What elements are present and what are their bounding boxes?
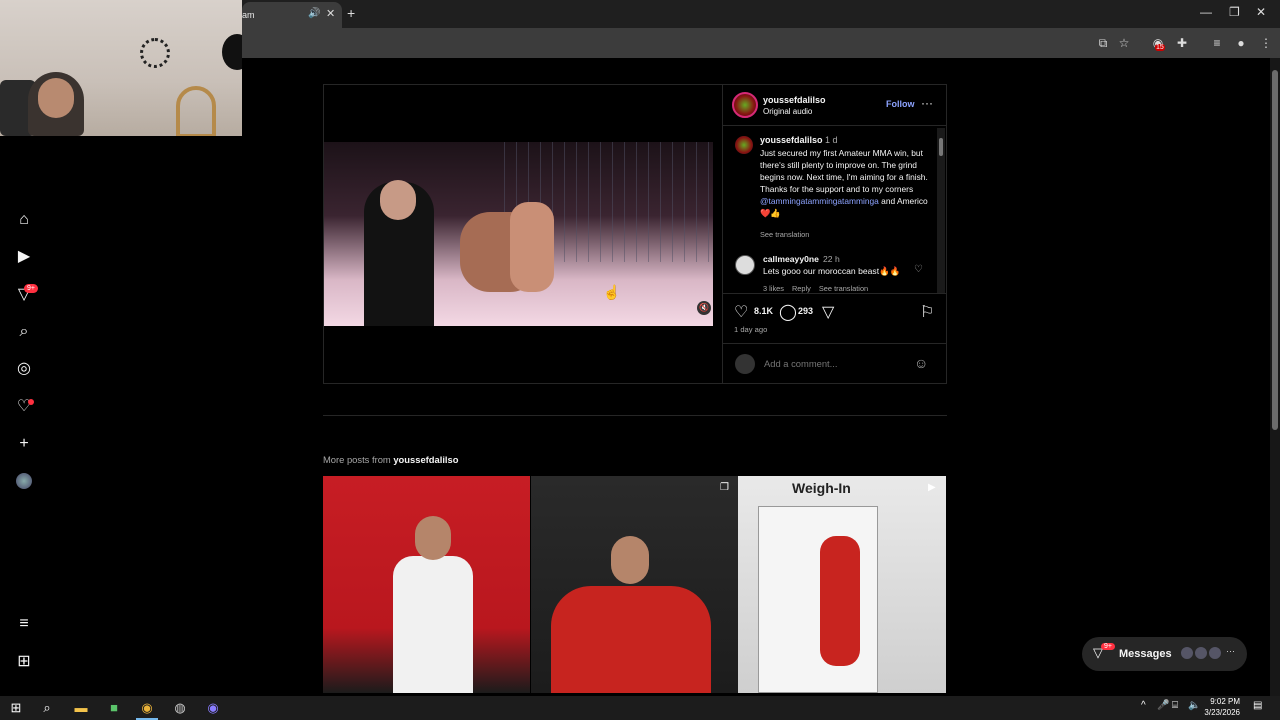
caption-username[interactable]: youssefdalilso	[760, 135, 823, 145]
mouse-cursor-icon: ☝	[603, 284, 621, 300]
follow-button[interactable]: Follow	[886, 99, 915, 109]
tray-chevron-icon[interactable]: ^	[1141, 700, 1146, 711]
restore-button[interactable]: ❐	[1229, 5, 1240, 19]
comment-likes[interactable]: 3 likes	[763, 284, 784, 293]
post-time-ago: 1 day ago	[734, 325, 768, 334]
like-count[interactable]: 8.1K	[754, 306, 773, 316]
messages-more-icon: ···	[1226, 646, 1235, 656]
search-icon[interactable]: ⌕	[15, 323, 33, 341]
extension-badge: 15	[1155, 44, 1165, 51]
clock-date[interactable]: 3/23/2026	[1198, 708, 1240, 717]
windows-start-icon[interactable]: ⊞	[7, 699, 25, 717]
browser-tab[interactable]: am 🔊 ✕	[242, 2, 342, 28]
post-divider	[722, 84, 723, 384]
comment-reply-button[interactable]: Reply	[792, 284, 811, 293]
section-divider	[323, 415, 947, 416]
reels-icon[interactable]: ▶	[15, 248, 33, 266]
post-thumbnail[interactable]	[531, 476, 738, 693]
post-thumbnail[interactable]: Weigh-In	[738, 476, 946, 693]
comment-avatar[interactable]	[735, 255, 755, 275]
notifications-dot	[28, 399, 34, 405]
menu-kebab-icon[interactable]: ⋮	[1258, 35, 1274, 51]
post-options-icon[interactable]: ···	[921, 96, 933, 110]
taskbar-search-icon[interactable]: ⌕	[38, 699, 56, 717]
actions-divider	[723, 293, 946, 294]
messages-label: Messages	[1119, 648, 1172, 660]
caption-text: Just secured my first Amateur MMA win, b…	[760, 148, 928, 218]
audio-label[interactable]: Original audio	[763, 107, 812, 116]
emoji-icon[interactable]: ☺	[914, 355, 928, 371]
current-user-avatar	[735, 354, 755, 374]
minimize-button[interactable]: —	[1200, 5, 1212, 19]
header-divider	[723, 125, 946, 126]
webcam-overlay	[0, 0, 242, 136]
also-from-meta-icon[interactable]: ⊞	[15, 653, 33, 671]
comment-time: 22 h	[823, 254, 840, 264]
comment-box-divider	[723, 343, 946, 344]
close-tab-icon[interactable]: ✕	[326, 7, 335, 20]
caption-time: 1 d	[825, 135, 838, 145]
more-menu-icon[interactable]: ≡	[15, 615, 33, 633]
carousel-icon: ❐	[720, 482, 729, 493]
add-comment-input[interactable]	[764, 358, 904, 369]
speaker-icon[interactable]: 🔊	[308, 8, 320, 19]
message-avatar	[1194, 646, 1208, 660]
microphone-icon[interactable]: 🎤	[1157, 700, 1169, 711]
network-icon[interactable]: ⌸	[1172, 700, 1178, 711]
reel-icon: ▶	[928, 482, 936, 493]
comment-meta: 3 likes Reply See translation	[763, 284, 876, 293]
message-avatar	[1208, 646, 1222, 660]
post-thumbnail[interactable]	[323, 476, 530, 693]
comment-see-translation[interactable]: See translation	[819, 284, 868, 293]
caption-mention[interactable]: @tammingatammingatamminga	[760, 196, 879, 206]
store-icon[interactable]: ■	[105, 699, 123, 717]
comments-scroll-thumb[interactable]	[939, 138, 943, 156]
home-icon[interactable]: ⌂	[15, 211, 33, 229]
comment-username[interactable]: callmeayy0ne	[763, 254, 819, 264]
post-video[interactable]	[324, 142, 713, 326]
explore-icon[interactable]: ◎	[15, 360, 33, 378]
comment-text: Lets gooo our moroccan beast🔥🔥	[763, 266, 901, 276]
more-posts-heading: More posts from youssefdalilso	[323, 454, 459, 465]
save-bookmark-icon[interactable]: ⚐	[920, 302, 934, 322]
tab-title: am	[242, 10, 255, 20]
caption-see-translation[interactable]: See translation	[760, 230, 809, 239]
more-posts-username[interactable]: youssefdalilso	[393, 454, 458, 465]
caption-avatar[interactable]	[735, 136, 753, 154]
new-tab-button[interactable]: +	[347, 5, 355, 21]
profile-avatar[interactable]	[16, 473, 32, 489]
profile-icon[interactable]: ●	[1233, 35, 1249, 51]
messages-badge: 9+	[1101, 643, 1115, 650]
windows-taskbar	[0, 696, 1280, 720]
extensions-icon[interactable]: ✚	[1174, 35, 1190, 51]
thumbnail-weigh-in-text: Weigh-In	[792, 480, 851, 496]
bookmark-star-icon[interactable]: ☆	[1116, 35, 1132, 51]
like-icon[interactable]: ♡	[734, 302, 748, 322]
notification-badge: 9+	[24, 284, 38, 293]
mute-toggle-icon[interactable]: 🔇	[697, 301, 711, 315]
notification-center-icon[interactable]: ▤	[1253, 700, 1262, 711]
chrome-icon[interactable]: ◉	[138, 699, 156, 717]
page-scroll-thumb[interactable]	[1272, 70, 1278, 430]
app-icon[interactable]: ◍	[171, 699, 189, 717]
comment-count[interactable]: 293	[798, 306, 813, 316]
media-controls-icon[interactable]: ≡	[1209, 35, 1225, 51]
clock-time[interactable]: 9:02 PM	[1200, 697, 1240, 706]
comment-like-icon[interactable]: ♡	[914, 264, 923, 275]
share-icon[interactable]: ▽	[822, 302, 834, 322]
install-app-icon[interactable]: ⧉	[1095, 35, 1111, 51]
author-username[interactable]: youssefdalilso	[763, 95, 826, 105]
create-icon[interactable]: +	[15, 435, 33, 453]
author-avatar[interactable]	[732, 92, 758, 118]
close-window-button[interactable]: ✕	[1256, 5, 1266, 19]
messenger-icon[interactable]: ◉	[204, 699, 222, 717]
file-explorer-icon[interactable]: ▬	[72, 699, 90, 717]
comment-icon[interactable]: ◯	[779, 302, 797, 322]
message-avatar	[1180, 646, 1194, 660]
